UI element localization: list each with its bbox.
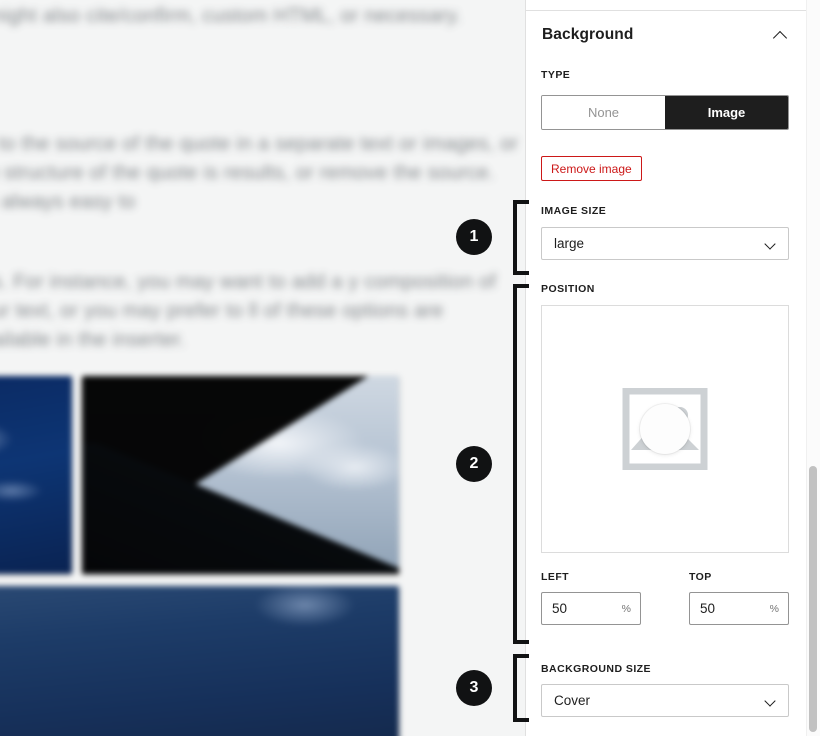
position-drag-handle[interactable]: [640, 404, 690, 454]
top-input[interactable]: 50 %: [689, 592, 789, 625]
left-input-unit: %: [621, 602, 631, 615]
annotation-marker-2: 2: [456, 446, 492, 482]
top-input-value: 50: [700, 601, 716, 616]
left-input-label: LEFT: [541, 571, 570, 583]
sidebar-scrollbar-thumb[interactable]: [809, 466, 817, 732]
mountain-thumbnail[interactable]: [82, 376, 399, 575]
annotation-bracket-3: [513, 654, 529, 722]
annotation-bracket-1: [513, 200, 529, 275]
remove-image-button[interactable]: Remove image: [541, 156, 642, 181]
image-gallery: [0, 376, 413, 736]
image-size-select[interactable]: large: [541, 227, 789, 260]
gallery-row-1: [0, 376, 413, 575]
top-input-unit: %: [769, 602, 779, 615]
type-label: TYPE: [541, 69, 571, 81]
image-size-value: large: [554, 236, 585, 251]
editor-canvas[interactable]: e might also cite/confirm, custom HTML, …: [0, 0, 525, 736]
chevron-down-icon: [766, 240, 777, 248]
type-option-image[interactable]: Image: [665, 96, 788, 129]
annotation-marker-3: 3: [456, 670, 492, 706]
left-input[interactable]: 50 %: [541, 592, 641, 625]
background-type-toggle[interactable]: None Image: [541, 95, 789, 130]
type-option-none[interactable]: None: [542, 96, 665, 129]
image-size-label: IMAGE SIZE: [541, 205, 607, 217]
night-sky-thumbnail[interactable]: [0, 376, 72, 574]
top-input-label: TOP: [689, 571, 712, 583]
gallery-row-2: [0, 586, 413, 736]
blurred-paragraph-1: e might also cite/confirm, custom HTML, …: [0, 5, 462, 27]
chevron-down-icon: [766, 697, 777, 705]
background-size-select[interactable]: Cover: [541, 684, 789, 717]
sidebar-scrollbar-track[interactable]: [806, 0, 820, 736]
annotation-bracket-2: [513, 284, 529, 644]
chevron-up-icon[interactable]: [772, 26, 790, 44]
app-screen: e might also cite/confirm, custom HTML, …: [0, 0, 820, 736]
position-picker[interactable]: [541, 305, 789, 553]
background-size-value: Cover: [554, 693, 591, 708]
annotation-marker-1: 1: [456, 219, 492, 255]
left-input-value: 50: [552, 601, 568, 616]
wide-night-image[interactable]: [0, 586, 399, 736]
position-label: POSITION: [541, 283, 595, 295]
background-size-label: BACKGROUND SIZE: [541, 663, 652, 675]
background-panel-header[interactable]: Background: [526, 11, 806, 59]
page-title: Background: [542, 26, 634, 43]
blurred-paragraph-2: ng to the source of the quote in a separ…: [0, 133, 519, 213]
blurred-paragraph-3: ses. For instance, you may want to add a…: [0, 271, 497, 351]
